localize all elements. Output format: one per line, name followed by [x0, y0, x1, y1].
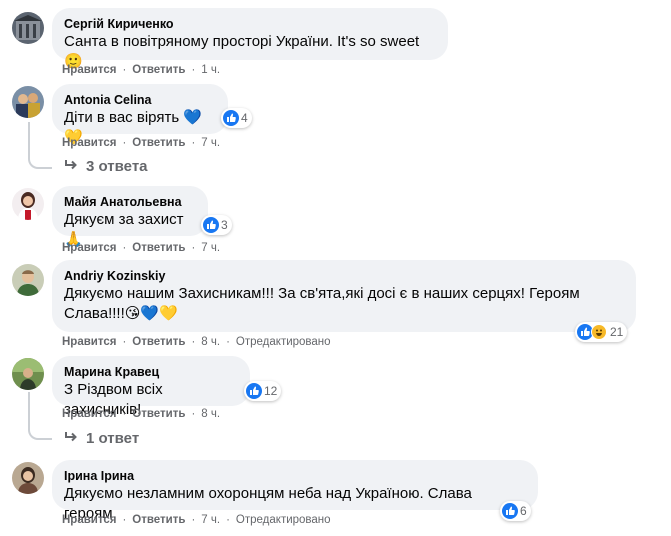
like-reaction-icon [502, 503, 518, 519]
view-replies-link[interactable]: 1 ответ [64, 430, 139, 447]
avatar[interactable] [12, 188, 44, 220]
avatar[interactable] [12, 462, 44, 494]
separator: · [122, 408, 127, 420]
comment-bubble: Antonia Celina Діти в вас вірять 💙💛 [52, 84, 228, 146]
reaction-count: 12 [264, 384, 278, 398]
separator: · [226, 514, 230, 526]
separator: · [122, 64, 127, 76]
edited-label[interactable]: Отредактировано [236, 336, 331, 348]
separator: · [122, 242, 127, 254]
like-button[interactable]: Нравится [62, 137, 116, 149]
comment-bubble: Сергій Кириченко Санта в повітряному про… [52, 8, 448, 70]
separator: · [191, 514, 196, 526]
separator: · [122, 137, 127, 149]
thread-connector [28, 122, 52, 169]
reaction-summary[interactable]: 21 [575, 322, 628, 342]
reply-button[interactable]: Ответить [132, 408, 185, 420]
separator: · [191, 64, 196, 76]
comment-author[interactable]: Ірина Ірина [64, 468, 526, 484]
like-button[interactable]: Нравится [62, 242, 116, 254]
comment-author[interactable]: Майя Анатольевна [64, 194, 196, 210]
comment-author[interactable]: Antonia Celina [64, 92, 216, 108]
comment-actions: Нравится · Ответить · 7 ч. · Отредактировано [62, 514, 331, 526]
separator: · [191, 137, 196, 149]
comment-bubble: Andriy Kozinskiy Дякуємо нашим Захисника… [52, 260, 636, 332]
comment-actions: Нравится · Ответить · 8 ч. [62, 408, 220, 420]
reply-arrow-icon [64, 430, 78, 447]
reaction-count: 21 [610, 325, 624, 339]
comment-author[interactable]: Марина Кравец [64, 364, 238, 380]
separator: · [226, 336, 230, 348]
like-button[interactable]: Нравится [62, 514, 116, 526]
comment-actions: Нравится · Ответить · 8 ч. · Отредактировано [62, 336, 331, 348]
avatar[interactable] [12, 86, 44, 118]
reply-button[interactable]: Ответить [132, 514, 185, 526]
comment-time[interactable]: 7 ч. [201, 137, 220, 149]
comment-bubble: Майя Анатольевна Дякуєм за захист🙏 [52, 186, 208, 248]
reply-button[interactable]: Ответить [132, 137, 185, 149]
avatar[interactable] [12, 12, 44, 44]
comment-text-line: Дякуємо нашим Захисникам!!! За св'ята,як… [64, 285, 580, 302]
separator: · [122, 514, 127, 526]
avatar[interactable] [12, 264, 44, 296]
like-reaction-icon [246, 383, 262, 399]
reaction-summary[interactable]: 6 [500, 501, 531, 521]
comment-actions: Нравится · Ответить · 7 ч. [62, 242, 220, 254]
comment-time[interactable]: 7 ч. [201, 514, 220, 526]
like-reaction-icon [223, 110, 239, 126]
reply-arrow-icon [64, 158, 78, 175]
like-reaction-icon [203, 217, 219, 233]
edited-label[interactable]: Отредактировано [236, 514, 331, 526]
separator: · [122, 336, 127, 348]
replies-count[interactable]: 3 ответа [86, 158, 148, 175]
replies-count[interactable]: 1 ответ [86, 430, 139, 447]
comment-actions: Нравится · Ответить · 1 ч. [62, 64, 220, 76]
comment-text-line: Слава!!!!😘💙💛 [64, 305, 178, 322]
comment-author[interactable]: Сергій Кириченко [64, 16, 436, 32]
comment-author[interactable]: Andriy Kozinskiy [64, 268, 624, 284]
reaction-summary[interactable]: 12 [244, 381, 282, 401]
comment-time[interactable]: 8 ч. [201, 336, 220, 348]
comment-bubble: Ірина Ірина Дякуємо незламним охоронцям … [52, 460, 538, 522]
reaction-summary[interactable]: 3 [201, 215, 232, 235]
reaction-count: 4 [241, 111, 248, 125]
reaction-summary[interactable]: 4 [221, 108, 252, 128]
reaction-count: 3 [221, 218, 228, 232]
separator: · [191, 336, 196, 348]
reply-button[interactable]: Ответить [132, 64, 185, 76]
comment-time[interactable]: 7 ч. [201, 242, 220, 254]
separator: · [191, 242, 196, 254]
avatar[interactable] [12, 358, 44, 390]
comment-time[interactable]: 8 ч. [201, 408, 220, 420]
reaction-count: 6 [520, 504, 527, 518]
separator: · [191, 408, 196, 420]
like-button[interactable]: Нравится [62, 64, 116, 76]
comment-time[interactable]: 1 ч. [201, 64, 220, 76]
like-button[interactable]: Нравится [62, 336, 116, 348]
view-replies-link[interactable]: 3 ответа [64, 158, 148, 175]
laugh-reaction-icon [591, 324, 607, 340]
reply-button[interactable]: Ответить [132, 336, 185, 348]
like-button[interactable]: Нравится [62, 408, 116, 420]
reply-button[interactable]: Ответить [132, 242, 185, 254]
thread-connector [28, 392, 52, 440]
comment-actions: Нравится · Ответить · 7 ч. [62, 137, 220, 149]
comment-bubble: Марина Кравец З Різдвом всіх захисників! [52, 356, 250, 418]
